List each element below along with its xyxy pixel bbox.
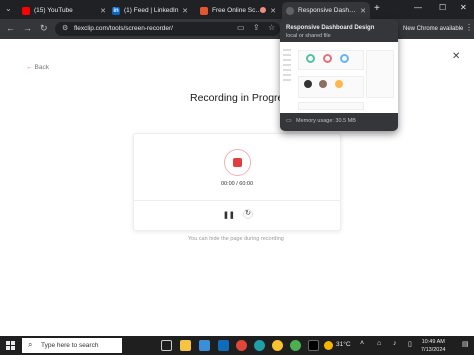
restart-button[interactable]: ↻ [243, 209, 253, 219]
forward-arrow-icon[interactable]: → [23, 23, 32, 33]
tab-label: Free Online Scree [212, 7, 262, 14]
tab-flexclip[interactable]: Free Online Scree ✕ [196, 2, 280, 19]
stop-icon [233, 158, 242, 167]
minimize-icon[interactable]: — [414, 3, 422, 12]
recording-indicator-icon [260, 7, 266, 13]
menu-icon[interactable]: ⋮ [465, 23, 473, 32]
recording-timer: 00:00 / 60:00 [220, 181, 254, 187]
maximize-icon[interactable]: ☐ [439, 3, 446, 12]
weather-temp[interactable]: 31°C [336, 341, 351, 348]
thumbnail-avatar [304, 80, 312, 88]
taskbar-search-box[interactable]: ⌕ Type here to search [22, 338, 122, 353]
back-label: Back [34, 64, 49, 71]
flexclip-icon [200, 6, 208, 15]
thumbnail-gauge [323, 54, 332, 63]
task-view-icon[interactable] [161, 340, 172, 351]
tab-responsive-dashboard[interactable]: Responsive Dashboa ✕ [282, 2, 370, 19]
tab-search-icon[interactable]: ⌄ [5, 4, 12, 13]
chrome-icon[interactable] [236, 340, 247, 351]
terminal-icon[interactable] [308, 340, 319, 351]
windows-start-icon[interactable] [6, 341, 15, 350]
close-window-icon[interactable]: ✕ [460, 3, 467, 12]
tray-chevron-icon[interactable]: ˄ [360, 340, 364, 347]
memory-usage: Memory usage: 30.5 MB [296, 118, 356, 124]
divider [134, 200, 340, 201]
page-title: Recording in Progress [190, 92, 294, 104]
browser-toolbar: ← → ↻ ⚙ flexclip.com/tools/screen-record… [0, 19, 474, 39]
new-tab-button[interactable]: + [374, 3, 380, 14]
tab-strip: ⌄ (15) YouTube ✕ in (1) Feed | LinkedIn … [0, 0, 474, 19]
back-arrow-icon[interactable]: ← [6, 23, 15, 33]
clock-date: 7/13/2024 [421, 347, 446, 353]
taskbar-search-placeholder: Type here to search [41, 342, 99, 349]
tab-youtube[interactable]: (15) YouTube ✕ [18, 2, 110, 19]
back-link[interactable]: ← Back [26, 64, 49, 71]
thumbnail-gauge [306, 54, 315, 63]
hint-text: You can hide the page during recording [188, 236, 284, 242]
file-icon [286, 6, 294, 15]
url-text: flexclip.com/tools/screen-recorder/ [74, 25, 173, 32]
new-chrome-available-button[interactable]: New Chrome available [398, 23, 468, 35]
chrome-active-icon[interactable] [290, 340, 301, 351]
store-icon[interactable] [199, 340, 210, 351]
linkedin-icon: in [112, 6, 120, 15]
search-icon: ⌕ [28, 340, 33, 349]
weather-icon [324, 341, 333, 350]
thumbnail-avatar [319, 80, 327, 88]
notification-icon[interactable]: ▤ [462, 340, 469, 348]
close-page-icon[interactable]: ✕ [452, 51, 460, 62]
recorder-card: 00:00 / 60:00 ❚❚ ↻ [133, 133, 341, 231]
thumbnail-panel [298, 102, 364, 110]
volume-icon[interactable]: ♪ [393, 340, 397, 347]
close-icon[interactable]: ✕ [360, 7, 366, 15]
preview-title: Responsive Dashboard Design [286, 25, 375, 31]
tab-hover-preview: Responsive Dashboard Design local or sha… [280, 19, 398, 131]
tab-label: (15) YouTube [34, 7, 73, 14]
tab-label: (1) Feed | LinkedIn [124, 7, 179, 14]
close-icon[interactable]: ✕ [182, 7, 188, 15]
windows-taskbar: ⌕ Type here to search 31°C ˄ ⌂ ♪ ▯ 10:49… [0, 336, 474, 355]
memory-icon: ▭ [286, 118, 292, 124]
stop-recording-button[interactable] [224, 149, 251, 176]
mail-icon[interactable] [218, 340, 229, 351]
cast-icon[interactable]: ▭ [237, 23, 245, 32]
network-icon[interactable]: ⌂ [377, 340, 381, 347]
site-info-icon[interactable]: ⚙ [62, 24, 68, 32]
thumbnail-avatar [335, 80, 343, 88]
preview-footer: ▭ Memory usage: 30.5 MB [280, 113, 398, 131]
address-bar[interactable]: ⚙ flexclip.com/tools/screen-recorder/ [55, 22, 280, 36]
share-icon[interactable]: ⇪ [253, 23, 260, 32]
tab-linkedin[interactable]: in (1) Feed | LinkedIn ✕ [108, 2, 192, 19]
close-icon[interactable]: ✕ [270, 7, 276, 15]
battery-icon[interactable]: ▯ [408, 340, 412, 348]
pause-button[interactable]: ❚❚ [223, 211, 235, 219]
thumbnail-panel [366, 50, 394, 98]
thumbnail-gauge [340, 54, 349, 63]
taskbar-clock[interactable]: 10:49 AM 7/13/2024 [421, 338, 445, 354]
close-icon[interactable]: ✕ [100, 7, 106, 15]
bookmark-star-icon[interactable]: ☆ [268, 23, 275, 32]
reload-icon[interactable]: ↻ [40, 23, 48, 34]
chrome-alt-icon[interactable] [272, 340, 283, 351]
back-arrow-icon: ← [26, 64, 33, 71]
preview-subtitle: local or shared file [286, 33, 331, 39]
edge-icon[interactable] [254, 340, 265, 351]
tab-label: Responsive Dashboa [298, 7, 356, 14]
thumbnail-sidebar [282, 46, 294, 106]
clock-time: 10:49 AM [421, 339, 445, 345]
youtube-icon [22, 6, 30, 15]
file-explorer-icon[interactable] [180, 340, 191, 351]
